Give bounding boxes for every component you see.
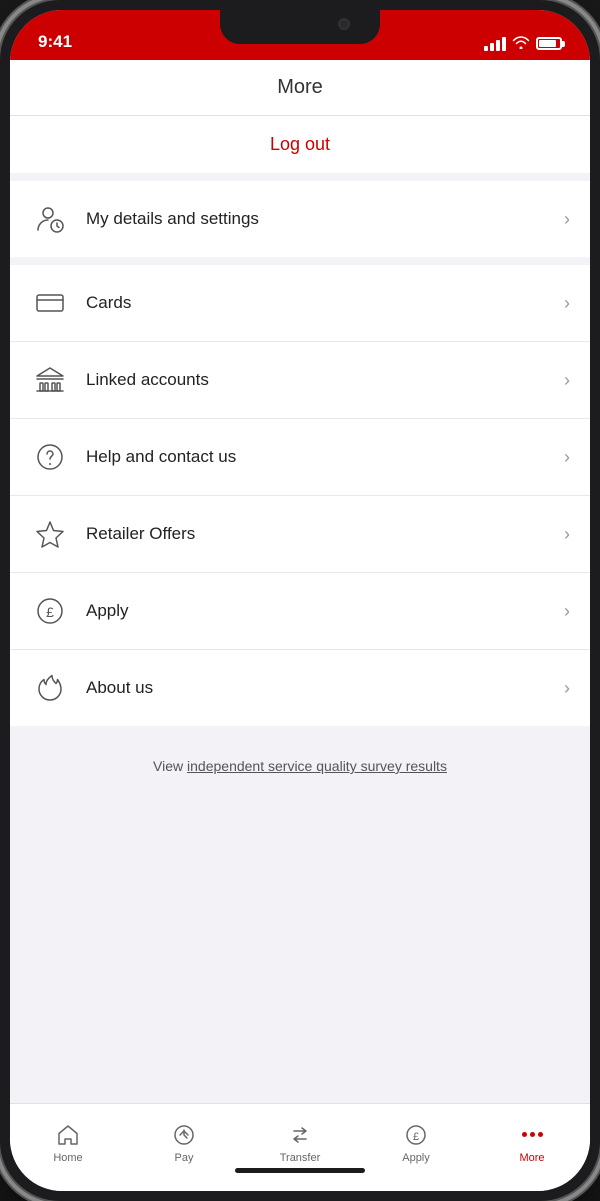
more-icon [519,1122,545,1148]
pay-icon [171,1122,197,1148]
content-area: More Log out My detai [10,60,590,1103]
apply-nav-icon: £ [403,1122,429,1148]
menu-item-cards[interactable]: Cards › [10,265,590,342]
menu-item-retailer-offers[interactable]: Retailer Offers › [10,496,590,573]
logout-section: Log out [10,116,590,181]
svg-text:£: £ [46,604,54,620]
chevron-right-icon: › [564,601,570,622]
survey-text: View independent service quality survey … [30,758,570,774]
more-nav-label: More [519,1152,544,1164]
phone-frame: 9:41 [0,0,600,1201]
my-details-label: My details and settings [86,209,564,229]
notch [220,10,380,44]
menu-section-main: Cards › [10,265,590,734]
more-dot-2 [530,1132,535,1137]
apply-label: Apply [86,601,564,621]
flame-icon [30,668,70,708]
about-us-label: About us [86,678,564,698]
status-icons [484,35,562,52]
home-nav-label: Home [53,1152,82,1164]
linked-accounts-label: Linked accounts [86,370,564,390]
menu-item-linked-accounts[interactable]: Linked accounts › [10,342,590,419]
help-icon [30,437,70,477]
menu-item-help[interactable]: Help and contact us › [10,419,590,496]
cards-label: Cards [86,293,564,313]
menu-item-my-details[interactable]: My details and settings › [10,181,590,257]
card-icon [30,283,70,323]
logout-button[interactable]: Log out [270,134,330,155]
nav-item-more[interactable]: More [474,1104,590,1171]
menu-item-about-us[interactable]: About us › [10,650,590,726]
nav-item-transfer[interactable]: Transfer [242,1104,358,1171]
bottom-nav: Home Pay [10,1103,590,1191]
camera [338,18,350,30]
wifi-icon [512,35,530,52]
page-title: More [277,76,323,98]
survey-link[interactable]: independent service quality survey resul… [187,758,447,774]
chevron-right-icon: › [564,370,570,391]
chevron-right-icon: › [564,209,570,230]
apply-nav-label: Apply [402,1152,430,1164]
page-header: More [10,60,590,116]
retailer-offers-label: Retailer Offers [86,524,564,544]
chevron-right-icon: › [564,678,570,699]
bank-icon [30,360,70,400]
person-settings-icon [30,199,70,239]
svg-text:£: £ [413,1131,419,1143]
more-dot-3 [538,1132,543,1137]
menu-section-first: My details and settings › [10,181,590,265]
star-icon [30,514,70,554]
screen: 9:41 [10,10,590,1191]
status-time: 9:41 [38,32,72,52]
nav-item-home[interactable]: Home [10,1104,126,1171]
chevron-right-icon: › [564,447,570,468]
transfer-icon [287,1122,313,1148]
nav-item-pay[interactable]: Pay [126,1104,242,1171]
chevron-right-icon: › [564,524,570,545]
battery-icon [536,37,562,50]
home-indicator [235,1168,365,1173]
chevron-right-icon: › [564,293,570,314]
home-icon [55,1122,81,1148]
survey-section: View independent service quality survey … [10,734,590,1103]
pound-icon: £ [30,591,70,631]
more-dot-1 [522,1132,527,1137]
help-label: Help and contact us [86,447,564,467]
pay-nav-label: Pay [175,1152,194,1164]
nav-item-apply[interactable]: £ Apply [358,1104,474,1171]
signal-icon [484,37,506,51]
menu-item-apply[interactable]: £ Apply › [10,573,590,650]
transfer-nav-label: Transfer [280,1152,321,1164]
